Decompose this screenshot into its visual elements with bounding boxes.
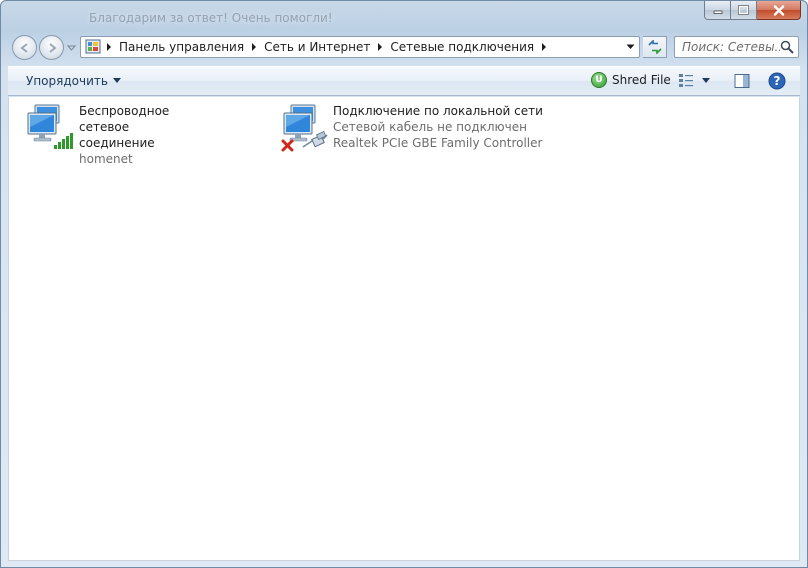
connection-name: Подключение по локальной сети: [333, 104, 543, 118]
connection-status: homenet: [79, 152, 133, 166]
arrow-right-icon: [48, 42, 57, 53]
connection-texts: Подключение по локальной сети Сетевой ка…: [333, 103, 543, 153]
refresh-button[interactable]: [643, 36, 667, 58]
forward-button[interactable]: [39, 35, 64, 60]
back-button[interactable]: [12, 35, 37, 60]
preview-pane-icon: [734, 74, 750, 88]
refresh-icon: [647, 40, 662, 54]
breadcrumb-separator[interactable]: [373, 37, 387, 57]
chevron-right-icon: [378, 43, 383, 51]
error-x-icon: [281, 139, 294, 152]
minimize-icon: [713, 10, 722, 14]
breadcrumb-separator[interactable]: [102, 37, 116, 57]
connection-item-wireless[interactable]: Беспроводное сетевое соединение homenet: [25, 103, 219, 167]
address-bar[interactable]: Панель управления Сеть и Интернет Сетевы…: [80, 36, 640, 58]
breadcrumb-separator[interactable]: [537, 37, 551, 57]
connection-name-continued: соединение: [79, 136, 155, 150]
unlocker-icon: U: [591, 72, 607, 88]
breadcrumb-separator[interactable]: [247, 37, 261, 57]
svg-text:?: ?: [774, 74, 781, 88]
address-history-dropdown-icon[interactable]: [626, 43, 635, 51]
window-bottom-border: [8, 561, 800, 567]
chevron-down-icon: [112, 78, 121, 83]
help-icon: ?: [768, 72, 786, 90]
connections-list: Беспроводное сетевое соединение homenet: [8, 97, 800, 561]
search-placeholder: Поиск: Сетевы...: [682, 40, 780, 54]
breadcrumb-control-panel[interactable]: Панель управления: [116, 40, 247, 54]
shred-file-button[interactable]: U Shred File: [591, 72, 671, 88]
lan-network-icon: [279, 103, 331, 153]
chevron-right-icon: [542, 43, 547, 51]
close-icon: [773, 4, 784, 16]
connection-texts: Беспроводное сетевое соединение homenet: [79, 103, 219, 167]
connection-adapter: Realtek PCIe GBE Family Controller: [333, 136, 543, 150]
maximize-button[interactable]: [731, 1, 757, 20]
connection-item-lan[interactable]: Подключение по локальной сети Сетевой ка…: [279, 103, 543, 153]
chevron-right-icon: [107, 43, 111, 51]
organize-button[interactable]: Упорядочить: [26, 74, 121, 88]
preview-pane-button[interactable]: [734, 73, 750, 92]
shred-file-label: Shred File: [612, 73, 671, 87]
wireless-network-icon: [25, 103, 77, 153]
connection-name: Беспроводное сетевое: [79, 104, 170, 134]
maximize-icon: [738, 5, 749, 15]
arrow-left-icon: [19, 42, 28, 53]
search-icon[interactable]: [780, 40, 794, 54]
minimize-button[interactable]: [704, 1, 731, 20]
chevron-right-icon: [252, 43, 257, 51]
change-view-button[interactable]: [678, 73, 710, 89]
help-button[interactable]: ?: [768, 72, 786, 93]
search-input[interactable]: Поиск: Сетевы...: [674, 36, 799, 58]
caption-buttons: [704, 1, 801, 21]
details-view-icon: [679, 74, 693, 87]
close-button[interactable]: [757, 1, 801, 20]
title-bar[interactable]: Благодарим за ответ! Очень помогли!: [1, 1, 807, 31]
breadcrumb-network-internet[interactable]: Сеть и Интернет: [261, 40, 373, 54]
recent-pages-dropdown-icon[interactable]: [67, 43, 76, 52]
organize-label: Упорядочить: [26, 74, 108, 88]
chevron-down-icon: [702, 78, 710, 83]
explorer-window: Благодарим за ответ! Очень помогли! Пане…: [0, 0, 808, 568]
connection-status: Сетевой кабель не подключен: [333, 120, 527, 134]
breadcrumb-network-connections[interactable]: Сетевые подключения: [387, 40, 537, 54]
control-panel-icon: [85, 39, 101, 54]
command-bar: Упорядочить U Shred File ?: [8, 66, 800, 96]
window-title: Благодарим за ответ! Очень помогли!: [89, 11, 333, 25]
